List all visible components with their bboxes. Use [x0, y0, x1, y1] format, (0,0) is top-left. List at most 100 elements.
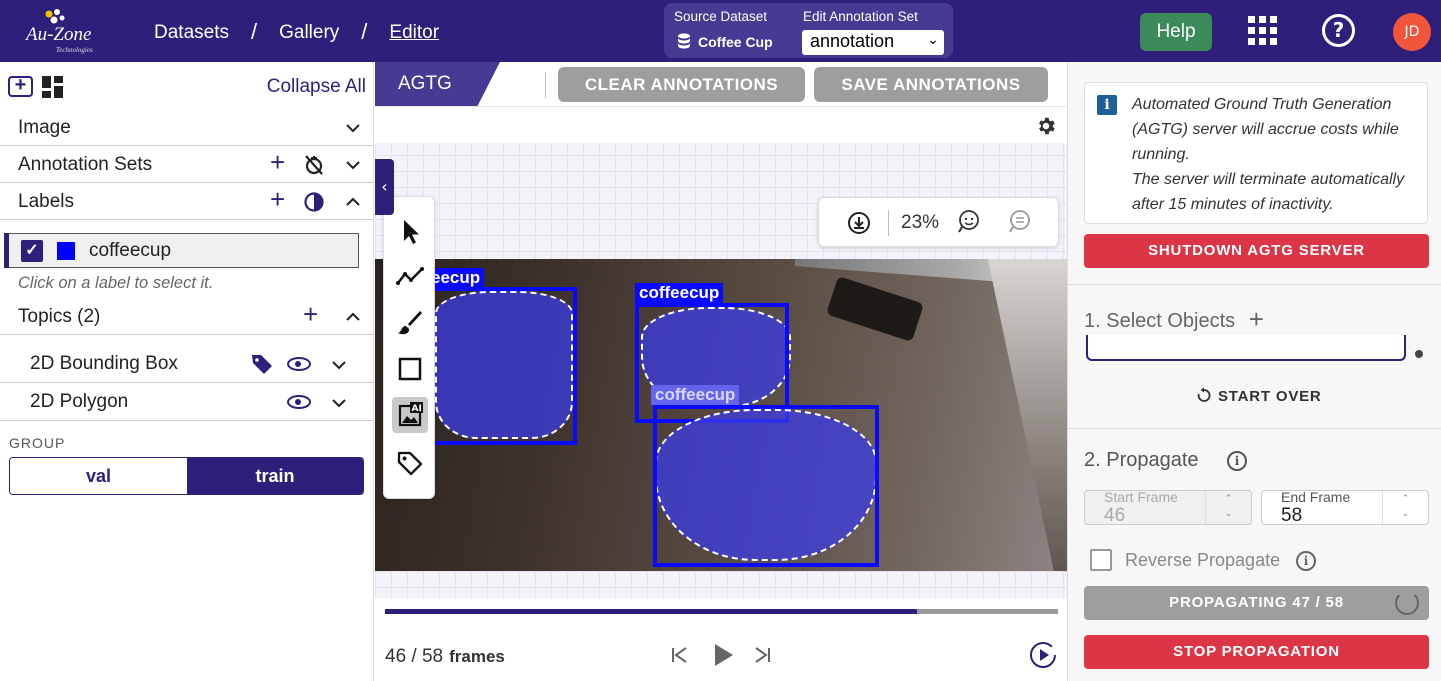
reverse-propagate-label[interactable]: Reverse Propagate: [1125, 550, 1280, 571]
collapse-all-link[interactable]: Collapse All: [267, 76, 366, 98]
tab-agtg[interactable]: AGTG: [375, 62, 500, 106]
end-frame-stepper[interactable]: ⌃ ⌄: [1382, 491, 1428, 524]
toolbar-divider: [545, 72, 546, 98]
restart-icon: [1197, 387, 1211, 402]
grid-apps-icon[interactable]: [1248, 16, 1278, 46]
zoom-in-icon[interactable]: [956, 209, 982, 235]
end-frame-field[interactable]: End Frame 58 ⌃ ⌄: [1261, 489, 1429, 527]
polyline-icon[interactable]: [392, 259, 428, 295]
breadcrumb-datasets[interactable]: Datasets: [154, 22, 229, 44]
eye-icon[interactable]: [287, 357, 311, 371]
reverse-propagate-checkbox[interactable]: [1090, 549, 1112, 571]
end-frame-value[interactable]: 58: [1281, 505, 1302, 527]
bounding-box[interactable]: [421, 287, 577, 445]
bounding-box-label: eecup: [427, 268, 485, 288]
help-circle-icon[interactable]: ?: [1322, 14, 1355, 47]
annotation-toolbar: AI: [383, 196, 435, 499]
chevron-down-icon[interactable]: [331, 357, 347, 373]
frames-word: frames: [449, 647, 505, 666]
no-sync-icon[interactable]: [302, 153, 326, 177]
scroll-indicator[interactable]: [1415, 350, 1423, 358]
selected-objects-list[interactable]: [1086, 335, 1406, 361]
topic-2d-bounding-box[interactable]: 2D Bounding Box: [0, 345, 373, 383]
top-bar: Au-Zone Technologies Datasets / Gallery / Ed…: [0, 0, 1441, 62]
group-option-val[interactable]: val: [10, 458, 187, 494]
topic-label: 2D Polygon: [30, 391, 129, 412]
propagating-status-button: PROPAGATING 47 / 58: [1084, 586, 1429, 620]
gear-icon[interactable]: [1035, 115, 1057, 137]
section-labels-label: Labels: [18, 191, 74, 212]
breadcrumb-gallery[interactable]: Gallery: [279, 22, 339, 44]
help-button[interactable]: Help: [1140, 13, 1212, 51]
group-option-train[interactable]: train: [187, 458, 363, 494]
select-objects-title: 1. Select Objects: [1084, 310, 1236, 332]
add-box-icon[interactable]: +: [8, 75, 33, 97]
annotation-set-select[interactable]: annotation ⌄: [802, 30, 944, 55]
clear-annotations-button[interactable]: CLEAR ANNOTATIONS: [558, 67, 805, 102]
annotated-image[interactable]: eecup coffeecup coffeecup: [375, 259, 1067, 571]
group-label: GROUP: [9, 435, 66, 451]
tag-icon[interactable]: [250, 352, 274, 376]
add-topic-icon[interactable]: +: [303, 300, 318, 328]
zoom-level: 23%: [901, 212, 940, 233]
annotation-set-label: Edit Annotation Set: [803, 9, 918, 24]
frame-counter: 46 / 58 frames: [385, 646, 505, 668]
frame-position: 46 / 58: [385, 646, 444, 667]
label-checkbox[interactable]: ✓: [21, 240, 43, 262]
agtg-info-line-2: The server will terminate automatically …: [1132, 171, 1405, 213]
loading-spinner-icon: [1395, 591, 1419, 615]
shutdown-agtg-server-button[interactable]: SHUTDOWN AGTG SERVER: [1084, 234, 1429, 268]
section-annotation-sets[interactable]: Annotation Sets +: [0, 146, 373, 183]
section-image[interactable]: Image: [0, 109, 373, 146]
section-image-label: Image: [18, 117, 71, 138]
add-label-icon[interactable]: +: [270, 185, 285, 213]
source-dataset-label: Source Dataset: [674, 9, 768, 24]
agtg-info-box: i Automated Ground Truth Generation (AGT…: [1084, 82, 1428, 224]
label-color-swatch[interactable]: [57, 242, 75, 260]
skip-previous-icon[interactable]: [669, 645, 689, 665]
add-annotation-set-icon[interactable]: +: [270, 148, 285, 176]
eye-icon[interactable]: [287, 395, 311, 409]
add-object-icon[interactable]: +: [1249, 304, 1264, 334]
start-frame-stepper: ⌃ ⌄: [1205, 491, 1251, 524]
label-tag-icon[interactable]: [392, 445, 428, 481]
image-background-right: [987, 259, 1067, 571]
label-item-coffeecup[interactable]: ✓ coffeecup: [4, 233, 359, 268]
chevron-down-icon[interactable]: [331, 395, 347, 411]
logo-text: Au-Zone: [26, 24, 92, 45]
info-icon[interactable]: i: [1296, 551, 1316, 571]
play-circle-icon[interactable]: [1028, 640, 1058, 670]
group-toggle: val train: [9, 457, 364, 495]
editor-canvas-panel: AGTG CLEAR ANNOTATIONS SAVE ANNOTATIONS …: [375, 62, 1067, 681]
breadcrumb-editor[interactable]: Editor: [389, 22, 439, 44]
avatar[interactable]: JD: [1393, 13, 1431, 51]
section-topics[interactable]: Topics (2) +: [0, 298, 373, 335]
contrast-icon[interactable]: [303, 191, 325, 213]
play-icon[interactable]: [711, 642, 735, 668]
breadcrumb-separator: /: [250, 19, 258, 44]
pointer-icon[interactable]: [392, 213, 428, 249]
start-over-button[interactable]: START OVER: [1196, 387, 1322, 405]
topic-2d-polygon[interactable]: 2D Polygon: [0, 383, 373, 421]
au-zone-logo[interactable]: Au-Zone Technologies: [22, 6, 102, 56]
dashboard-icon[interactable]: [42, 76, 64, 98]
stop-propagation-button[interactable]: STOP PROPAGATION: [1084, 635, 1429, 669]
canvas-area[interactable]: ‹ AI 23% eecup coffeecup coffeecup: [375, 106, 1067, 598]
source-dataset-name: Coffee Cup: [698, 34, 773, 50]
skip-next-icon[interactable]: [753, 645, 773, 665]
frame-timeline[interactable]: [385, 609, 1058, 614]
save-annotations-button[interactable]: SAVE ANNOTATIONS: [814, 67, 1048, 102]
dataset-selector: Source Dataset Edit Annotation Set Coffe…: [664, 3, 953, 58]
section-labels[interactable]: Labels +: [0, 183, 373, 220]
bounding-box[interactable]: [653, 405, 879, 567]
collapse-left-panel-tab[interactable]: ‹: [375, 159, 394, 215]
download-icon[interactable]: [846, 210, 872, 236]
propagate-heading: 2. Propagate: [1084, 449, 1199, 472]
agtg-info-line-1: Automated Ground Truth Generation (AGTG)…: [1132, 96, 1399, 163]
rectangle-icon[interactable]: [392, 351, 428, 387]
zoom-out-icon[interactable]: [1007, 209, 1033, 235]
info-icon[interactable]: i: [1227, 451, 1247, 471]
brush-icon[interactable]: [392, 305, 428, 341]
ai-tool-button[interactable]: AI: [392, 397, 428, 433]
start-frame-value: 46: [1104, 505, 1126, 526]
